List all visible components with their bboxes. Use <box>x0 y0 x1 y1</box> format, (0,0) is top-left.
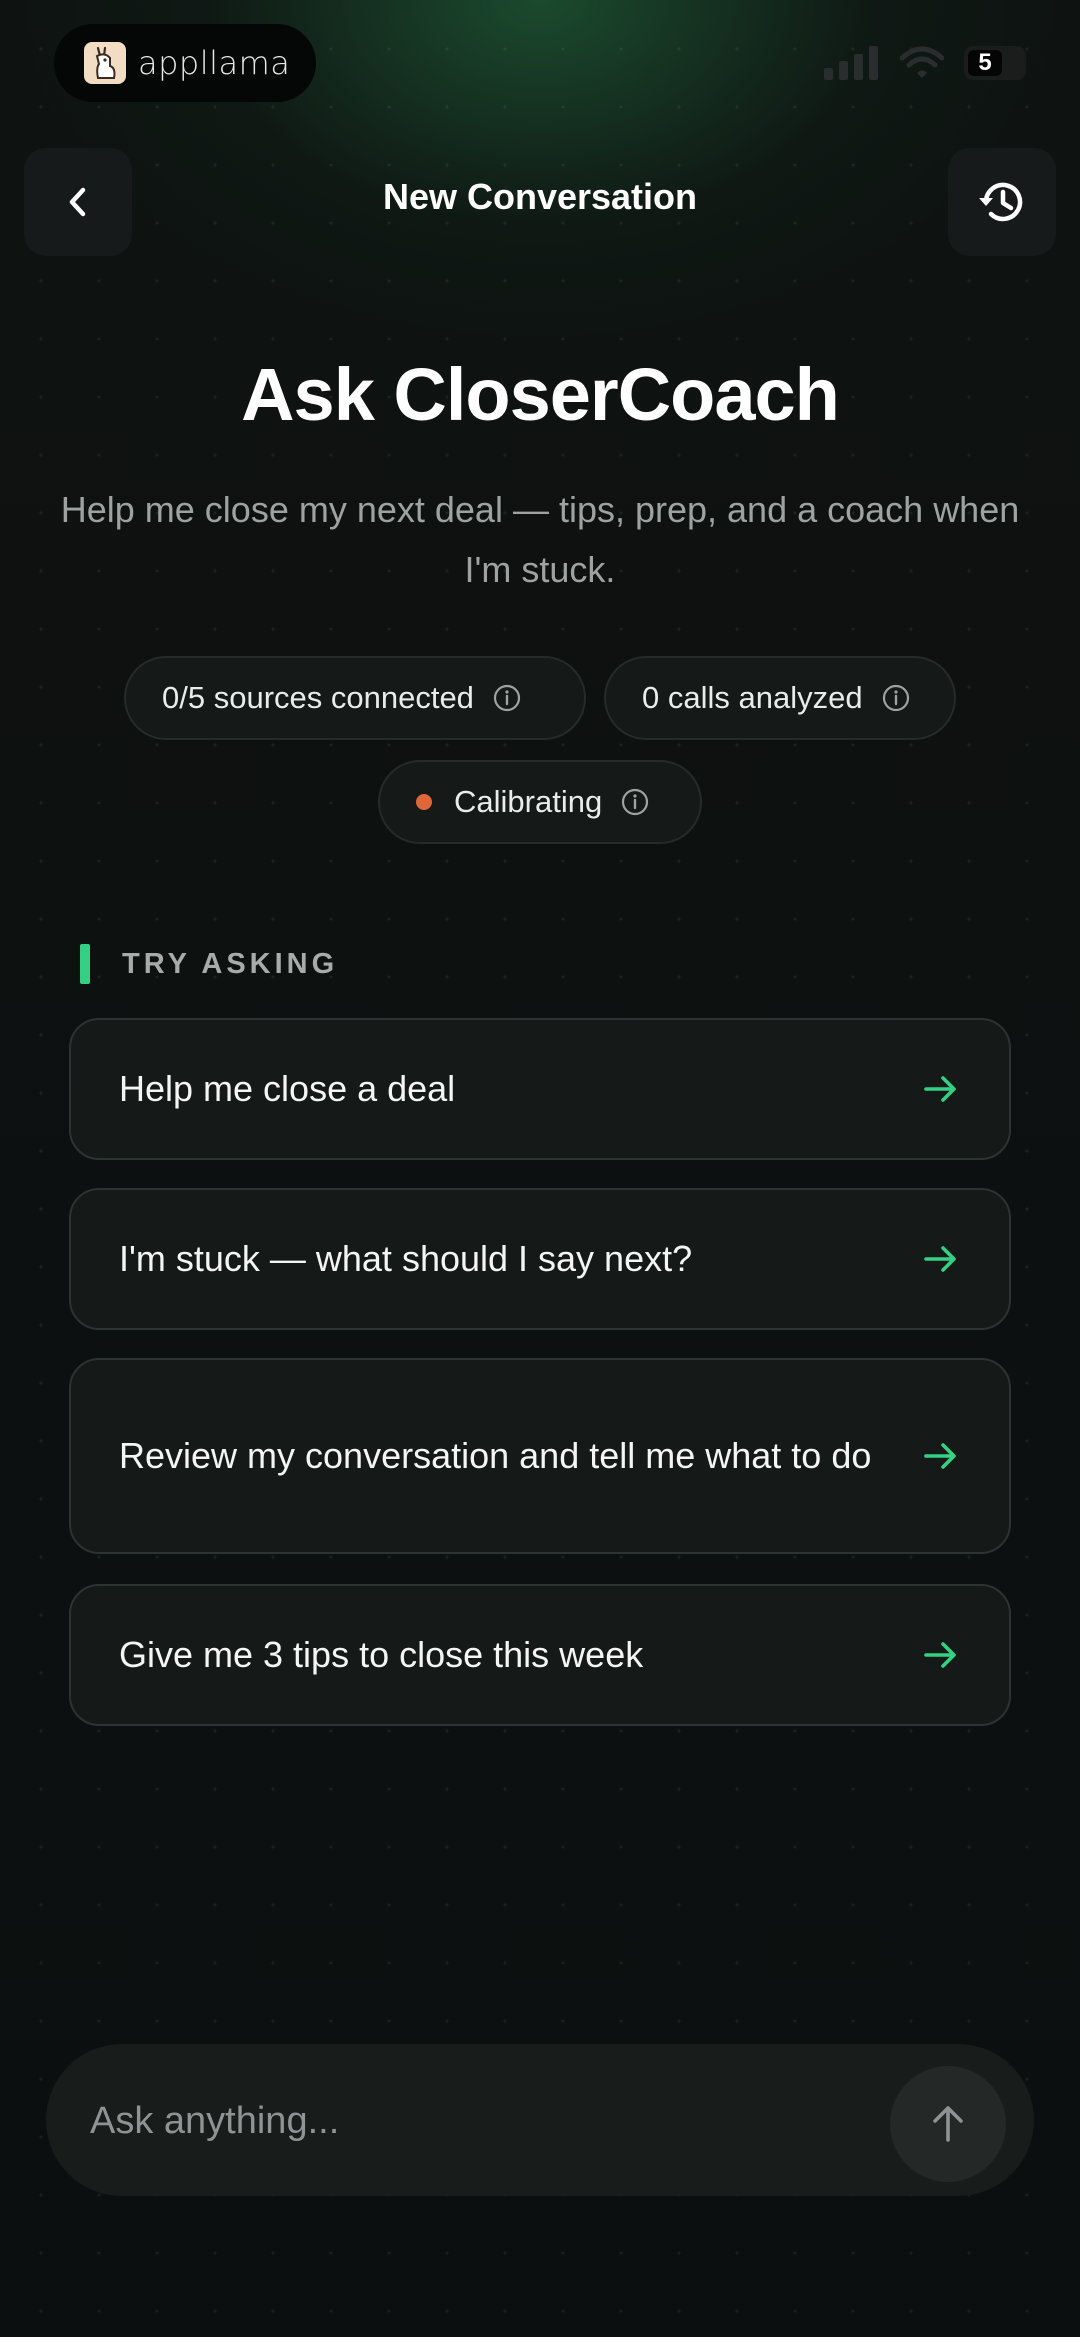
header-title: New Conversation <box>382 176 698 217</box>
app-badge[interactable]: appllama <box>54 24 316 102</box>
arrow-right-icon <box>924 1076 956 1102</box>
composer <box>46 2044 1034 2196</box>
arrow-up-icon <box>933 2106 963 2142</box>
arrow-right-icon <box>924 1443 956 1469</box>
calls-label: 0 calls analyzed <box>642 680 863 715</box>
wifi-icon <box>900 46 944 78</box>
cellular-signal-icon <box>824 46 878 80</box>
sources-chip[interactable]: 0/5 sources connected <box>124 656 586 740</box>
arrow-right-icon <box>924 1642 956 1668</box>
suggestion-stuck[interactable]: I'm stuck — what should I say next? <box>69 1188 1011 1330</box>
suggestion-label: Give me 3 tips to close this week <box>119 1634 644 1675</box>
history-button[interactable] <box>948 148 1056 256</box>
hero-title: Ask CloserCoach <box>241 353 840 436</box>
llama-logo-icon <box>84 42 126 84</box>
status-dot <box>416 794 432 810</box>
suggestion-close-deal[interactable]: Help me close a deal <box>69 1018 1011 1160</box>
system-icons: 5 <box>824 46 1026 80</box>
calibrating-chip[interactable]: Calibrating <box>378 760 702 844</box>
ask-input[interactable] <box>88 2082 872 2160</box>
section-label-text: TRY ASKING <box>122 947 339 980</box>
dot-grid-pattern <box>0 0 1080 2337</box>
suggestion-label: Help me close a deal <box>119 1068 456 1109</box>
battery-icon: 5 <box>964 46 1026 80</box>
calls-chip[interactable]: 0 calls analyzed <box>604 656 956 740</box>
info-icon <box>882 684 909 712</box>
arrow-right-icon <box>924 1246 956 1272</box>
send-button[interactable] <box>890 2066 1006 2182</box>
app-badge-label: appllama <box>138 44 291 82</box>
calibrating-label: Calibrating <box>454 784 603 819</box>
sources-label: 0/5 sources connected <box>162 680 474 715</box>
info-icon <box>493 684 521 712</box>
suggestion-three-tips[interactable]: Give me 3 tips to close this week <box>69 1584 1011 1726</box>
status-bar: appllama 5 <box>54 24 1026 104</box>
suggestion-label: Review my conversation and tell me what … <box>119 1435 872 1476</box>
history-icon <box>979 182 1023 222</box>
try-asking-label: TRY ASKING <box>80 944 338 984</box>
accent-bar <box>80 944 90 984</box>
hero-subtitle: Help me close my next deal — tips, prep,… <box>60 489 1020 590</box>
battery-level: 5 <box>968 49 1002 76</box>
info-icon <box>622 788 649 816</box>
suggestion-review-conversation[interactable]: Review my conversation and tell me what … <box>69 1358 1011 1554</box>
suggestion-label: I'm stuck — what should I say next? <box>119 1238 693 1279</box>
